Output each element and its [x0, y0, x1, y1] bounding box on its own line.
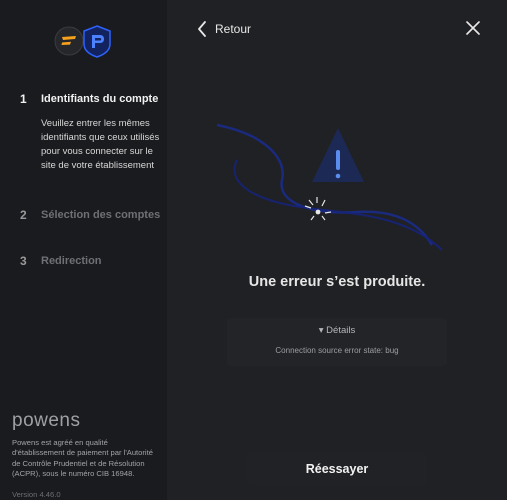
step-2: 2 Sélection des comptes [20, 208, 160, 226]
close-button[interactable] [466, 21, 480, 35]
legal-notice: Powens est agréé en qualité d'établissem… [12, 438, 153, 479]
step-title: Sélection des comptes [41, 209, 161, 221]
app-logo-icon [54, 26, 84, 56]
close-icon [466, 21, 480, 35]
step-number: 2 [20, 208, 27, 222]
error-illustration [216, 123, 443, 251]
step-1: 1 Identifiants du compte Veuillez entrer… [20, 92, 160, 187]
warning-icon [312, 128, 364, 182]
chevron-left-icon [198, 21, 206, 37]
step-description: Veuillez entrer les mêmes identifiants q… [41, 118, 160, 171]
powens-logo: powens [12, 410, 81, 431]
details-toggle[interactable]: ▾ Détails [167, 325, 507, 336]
step-number: 3 [20, 254, 27, 268]
main-panel: Retour Une erreur s’est produite. ▾ Déta… [167, 0, 507, 500]
logos [54, 24, 114, 58]
sidebar: 1 Identifiants du compte Veuillez entrer… [0, 0, 167, 500]
step-title: Redirection [41, 255, 102, 267]
error-title: Une erreur s’est produite. [248, 274, 426, 290]
step-number: 1 [20, 92, 27, 106]
version-label: Version 4.46.0 [12, 490, 61, 499]
bank-logo-icon [83, 25, 111, 58]
back-button[interactable]: Retour [197, 20, 251, 38]
error-detail-text: Connection source error state: bug [275, 346, 399, 355]
back-label: Retour [215, 22, 252, 36]
step-title: Identifiants du compte [41, 93, 159, 105]
step-3: 3 Redirection [20, 254, 160, 272]
retry-button[interactable]: Réessayer [247, 452, 427, 486]
